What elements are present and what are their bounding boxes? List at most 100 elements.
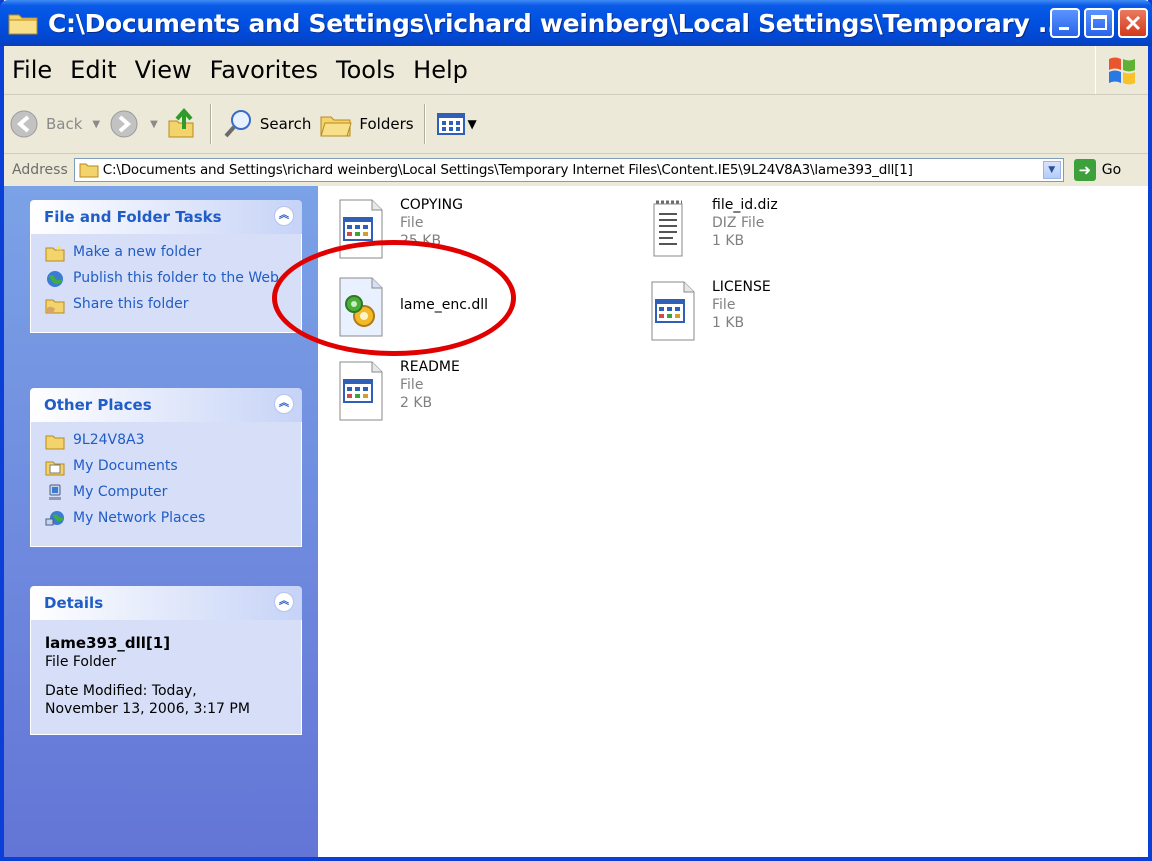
menu-favorites[interactable]: Favorites bbox=[201, 56, 327, 84]
task-share-folder[interactable]: Share this folder bbox=[45, 296, 291, 314]
menu-file[interactable]: File bbox=[4, 56, 61, 84]
details-panel: Details ︽ lame393_dll[1] File Folder Dat… bbox=[30, 586, 302, 735]
details-date-line1: Date Modified: Today, bbox=[45, 683, 197, 699]
file-item-copying[interactable]: COPYING File 25 KB bbox=[332, 196, 463, 262]
file-type: File bbox=[400, 215, 424, 231]
folders-label: Folders bbox=[359, 115, 414, 133]
task-label: Share this folder bbox=[73, 296, 189, 312]
other-places-body: 9L24V8A3 My Documents My Computer My Net… bbox=[30, 422, 302, 547]
place-my-network[interactable]: My Network Places bbox=[45, 510, 291, 528]
details-date-line2: November 13, 2006, 3:17 PM bbox=[45, 701, 250, 717]
menu-help[interactable]: Help bbox=[404, 56, 477, 84]
task-label: Make a new folder bbox=[73, 244, 202, 260]
toolbar-separator bbox=[423, 104, 426, 144]
file-name: file_id.diz bbox=[712, 197, 778, 213]
details-header[interactable]: Details ︽ bbox=[30, 586, 302, 620]
search-icon bbox=[224, 110, 251, 138]
new-folder-icon bbox=[45, 245, 65, 262]
task-make-new-folder[interactable]: Make a new folder bbox=[45, 244, 291, 262]
forward-button[interactable]: ▼ bbox=[104, 102, 162, 146]
explorer-window: C:\Documents and Settings\richard weinbe… bbox=[0, 0, 1152, 861]
my-computer-icon bbox=[49, 484, 61, 500]
title-bar[interactable]: C:\Documents and Settings\richard weinbe… bbox=[0, 0, 1152, 46]
address-dropdown-icon[interactable]: ▼ bbox=[1042, 161, 1061, 179]
panel-title: Details bbox=[44, 594, 104, 612]
folders-icon bbox=[320, 116, 353, 137]
file-list-view: COPYING File 25 KB file_id.diz DIZ File … bbox=[318, 186, 1148, 857]
folder-icon bbox=[79, 163, 99, 178]
file-item-license[interactable]: LICENSE File 1 KB bbox=[644, 278, 771, 344]
up-folder-button[interactable] bbox=[162, 102, 204, 146]
details-date: Date Modified: Today, November 13, 2006,… bbox=[45, 682, 291, 718]
back-button[interactable]: Back ▼ bbox=[4, 102, 104, 146]
generic-file-icon bbox=[339, 199, 383, 259]
minimize-button[interactable] bbox=[1050, 8, 1080, 38]
up-folder-icon bbox=[168, 107, 194, 138]
file-folder-tasks-panel: File and Folder Tasks ︽ Make a new folde… bbox=[30, 200, 302, 333]
panel-title: Other Places bbox=[44, 396, 152, 414]
collapse-chevron-icon[interactable]: ︽ bbox=[274, 394, 294, 414]
go-label: Go bbox=[1101, 162, 1122, 178]
forward-dropdown-icon[interactable]: ▼ bbox=[150, 119, 158, 130]
generic-file-icon bbox=[339, 361, 383, 421]
file-info: lame_enc.dll bbox=[400, 274, 488, 314]
menu-bar: File Edit View Favorites Tools Help bbox=[4, 46, 1148, 95]
generic-file-icon bbox=[651, 281, 695, 341]
details-type: File Folder bbox=[45, 654, 117, 670]
place-label: 9L24V8A3 bbox=[73, 432, 145, 448]
address-input[interactable]: C:\Documents and Settings\richard weinbe… bbox=[73, 158, 1064, 182]
window-title: C:\Documents and Settings\richard weinbe… bbox=[48, 8, 1058, 38]
go-button[interactable]: ➜ Go bbox=[1073, 159, 1122, 181]
file-name: lame_enc.dll bbox=[400, 297, 489, 313]
place-label: My Documents bbox=[73, 458, 178, 474]
collapse-chevron-icon[interactable]: ︽ bbox=[274, 592, 294, 612]
details-body: lame393_dll[1] File Folder Date Modified… bbox=[30, 620, 302, 735]
views-grid-icon bbox=[436, 113, 465, 135]
file-info: COPYING File 25 KB bbox=[400, 196, 463, 250]
share-folder-icon bbox=[45, 299, 65, 314]
maximize-button[interactable] bbox=[1084, 8, 1114, 38]
menu-tools[interactable]: Tools bbox=[327, 56, 404, 84]
back-arrow-icon bbox=[10, 110, 38, 138]
details-name: lame393_dll[1] bbox=[45, 634, 171, 652]
other-places-header[interactable]: Other Places ︽ bbox=[30, 388, 302, 422]
address-bar: Address C:\Documents and Settings\richar… bbox=[4, 154, 1148, 186]
toolbar-separator bbox=[209, 104, 212, 144]
maximize-icon bbox=[1091, 15, 1107, 30]
place-9l24v8a3[interactable]: 9L24V8A3 bbox=[45, 432, 291, 450]
place-label: My Network Places bbox=[73, 510, 206, 526]
back-dropdown-icon[interactable]: ▼ bbox=[92, 119, 100, 130]
place-my-computer[interactable]: My Computer bbox=[45, 484, 291, 502]
folders-button[interactable]: Folders bbox=[315, 102, 417, 146]
file-item-lame-enc-dll[interactable]: lame_enc.dll bbox=[332, 274, 488, 340]
place-label: My Computer bbox=[73, 484, 168, 500]
network-places-icon bbox=[45, 511, 64, 526]
collapse-chevron-icon[interactable]: ︽ bbox=[274, 206, 294, 226]
file-size: 1 KB bbox=[712, 233, 745, 249]
standard-toolbar: Back ▼ ▼ Search Folders ▼ bbox=[4, 95, 1148, 154]
file-type: File bbox=[712, 297, 736, 313]
close-button[interactable] bbox=[1118, 8, 1148, 38]
menu-edit[interactable]: Edit bbox=[61, 56, 125, 84]
file-type: File bbox=[400, 377, 424, 393]
file-info: LICENSE File 1 KB bbox=[712, 278, 771, 332]
file-item-file-id-diz[interactable]: file_id.diz DIZ File 1 KB bbox=[644, 196, 778, 262]
views-dropdown-icon[interactable]: ▼ bbox=[468, 117, 477, 131]
file-size: 2 KB bbox=[400, 395, 433, 411]
task-publish-web[interactable]: Publish this folder to the Web bbox=[45, 270, 291, 288]
close-icon bbox=[1125, 15, 1141, 31]
dll-file-icon bbox=[339, 277, 383, 337]
forward-arrow-icon bbox=[110, 110, 138, 138]
file-name: COPYING bbox=[400, 197, 463, 213]
file-folder-tasks-header[interactable]: File and Folder Tasks ︽ bbox=[30, 200, 302, 234]
file-item-readme[interactable]: README File 2 KB bbox=[332, 358, 460, 424]
place-my-documents[interactable]: My Documents bbox=[45, 458, 291, 476]
address-path: C:\Documents and Settings\richard weinbe… bbox=[102, 162, 913, 178]
menu-view[interactable]: View bbox=[126, 56, 201, 84]
search-button[interactable]: Search bbox=[218, 102, 316, 146]
file-info: README File 2 KB bbox=[400, 358, 460, 412]
address-label: Address bbox=[12, 162, 68, 178]
file-folder-tasks-body: Make a new folder Publish this folder to… bbox=[30, 234, 302, 333]
views-button[interactable]: ▼ bbox=[432, 102, 481, 146]
file-info: file_id.diz DIZ File 1 KB bbox=[712, 196, 778, 250]
